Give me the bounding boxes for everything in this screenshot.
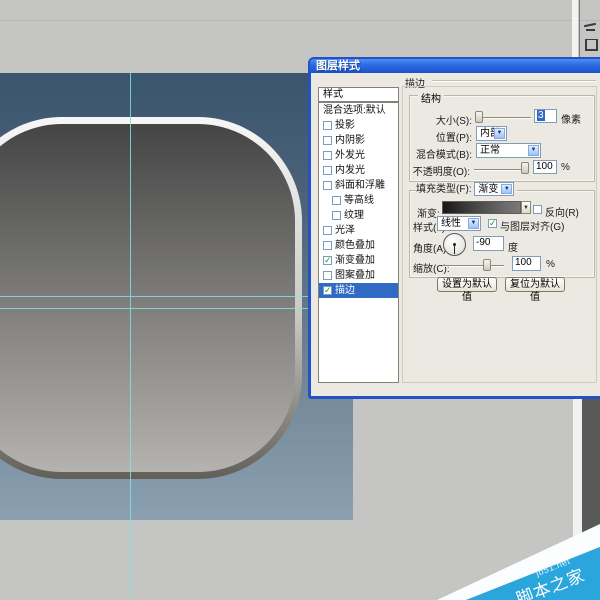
checkbox[interactable]: ✓ [323, 286, 332, 295]
vertical-guide[interactable] [130, 73, 131, 600]
fill-type-label: 填充类型(F): [416, 184, 472, 195]
watermark-banner: jb51.net 脚本之家 [430, 505, 600, 600]
size-input[interactable]: 3 [534, 109, 557, 123]
reverse-checkbox[interactable] [533, 205, 542, 214]
size-slider-track[interactable] [483, 117, 531, 118]
list-item-inner-shadow[interactable]: 内阴影 [319, 133, 398, 148]
options-bar-divider [0, 20, 600, 21]
list-item-blending-options[interactable]: 混合选项:默认 [319, 103, 398, 118]
divider [432, 80, 596, 81]
checkbox[interactable] [323, 241, 332, 250]
horizontal-guide[interactable] [0, 296, 353, 297]
reset-default-button[interactable]: 复位为默认值 [505, 277, 565, 292]
opacity-slider-thumb[interactable] [521, 162, 529, 174]
scale-label: 缩放(C): [413, 260, 450, 275]
set-default-button[interactable]: 设置为默认值 [437, 277, 497, 292]
checkbox[interactable] [323, 121, 332, 130]
list-item-pattern-overlay[interactable]: 图案叠加 [319, 268, 398, 283]
fill-type-dropdown[interactable]: 渐变 ▼ [474, 182, 514, 196]
scale-input[interactable]: 100 [512, 256, 541, 271]
blend-mode-label: 混合模式(B): [400, 146, 472, 161]
checkbox[interactable] [323, 136, 332, 145]
blend-mode-dropdown[interactable]: 正常 ▼ [476, 143, 541, 158]
chevron-down-icon[interactable]: ▼ [468, 218, 479, 229]
list-item-outer-glow[interactable]: 外发光 [319, 148, 398, 163]
gradient-style-dropdown[interactable]: 线性 ▼ [437, 216, 481, 231]
list-item-gradient-overlay[interactable]: ✓ 渐变叠加 [319, 253, 398, 268]
rounded-square-shape [0, 117, 302, 479]
angle-needle [454, 245, 455, 254]
opacity-input[interactable]: 100 [533, 160, 557, 174]
opacity-label: 不透明度(O): [398, 163, 470, 178]
angle-input[interactable]: -90 [473, 236, 504, 251]
panel-divider-line [579, 0, 580, 57]
list-item-drop-shadow[interactable]: 投影 [319, 118, 398, 133]
chevron-down-icon[interactable]: ▼ [494, 128, 505, 139]
list-item-contour[interactable]: 等高线 [319, 193, 398, 208]
angle-unit: 度 [508, 239, 518, 254]
checkbox[interactable] [323, 271, 332, 280]
chevron-down-icon[interactable]: ▼ [501, 184, 512, 194]
checkbox[interactable]: ✓ [323, 256, 332, 265]
list-item-bevel-emboss[interactable]: 斜面和浮雕 [319, 178, 398, 193]
panel-tab-icon[interactable] [584, 22, 597, 33]
chevron-down-icon[interactable]: ▼ [528, 145, 539, 156]
checkbox[interactable] [323, 166, 332, 175]
list-item-satin[interactable]: 光泽 [319, 223, 398, 238]
list-item-inner-glow[interactable]: 内发光 [319, 163, 398, 178]
list-item-stroke[interactable]: ✓ 描边 [319, 283, 398, 298]
scale-slider-track[interactable] [442, 265, 504, 266]
reverse-label: 反向(R) [545, 204, 579, 219]
list-item-texture[interactable]: 纹理 [319, 208, 398, 223]
opacity-unit: % [561, 162, 570, 173]
angle-center-dot [453, 243, 456, 246]
layer-style-dialog: 图层样式 样式 混合选项:默认 投影 内阴影 外发光 内发光 斜面 [308, 57, 600, 399]
styles-list-header[interactable]: 样式 [318, 87, 399, 102]
dialog-title: 图层样式 [316, 60, 360, 72]
size-unit: 像素 [561, 111, 581, 126]
structure-legend: 结构 [418, 90, 444, 105]
dialog-title-bar[interactable]: 图层样式 [310, 59, 600, 73]
styles-list: 混合选项:默认 投影 内阴影 外发光 内发光 斜面和浮雕 等高线 [318, 102, 399, 383]
opacity-slider-track[interactable] [474, 169, 526, 170]
checkbox[interactable] [323, 151, 332, 160]
align-with-layer-checkbox[interactable]: ✓ [488, 219, 497, 228]
photoshop-workspace: 图层样式 样式 混合选项:默认 投影 内阴影 外发光 内发光 斜面 [0, 0, 600, 600]
position-dropdown[interactable]: 内部 ▼ [476, 126, 507, 141]
gradient-picker-arrow[interactable]: ▼ [521, 201, 531, 214]
checkbox[interactable] [323, 181, 332, 190]
fill-type-legend: 填充类型(F): 渐变 ▼ [416, 182, 517, 197]
scale-unit: % [546, 259, 555, 270]
checkbox[interactable] [332, 211, 341, 220]
panel-edge-strip [572, 0, 578, 57]
size-label: 大小(S): [411, 112, 472, 127]
position-label: 位置(P): [411, 129, 472, 144]
checkbox[interactable] [332, 196, 341, 205]
list-item-color-overlay[interactable]: 颜色叠加 [319, 238, 398, 253]
horizontal-guide[interactable] [0, 308, 353, 309]
scale-slider-thumb[interactable] [483, 259, 491, 271]
size-slider-thumb[interactable] [475, 111, 483, 123]
panel-tab-icon[interactable] [584, 39, 597, 50]
checkbox[interactable] [323, 226, 332, 235]
angle-dial[interactable] [443, 233, 466, 256]
align-with-layer-label: 与图层对齐(G) [500, 218, 564, 233]
gradient-preview-bar[interactable] [442, 201, 521, 214]
